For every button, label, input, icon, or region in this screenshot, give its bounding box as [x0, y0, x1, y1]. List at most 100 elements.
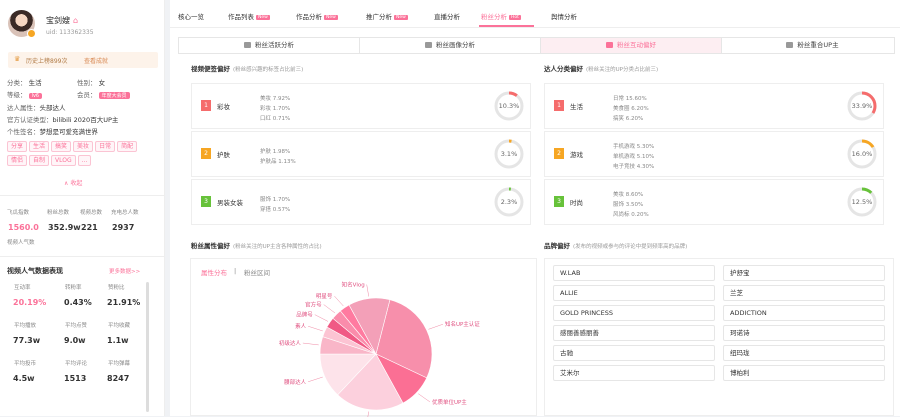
- home-icon[interactable]: ⌂: [73, 16, 78, 25]
- tag-item[interactable]: 生活: [29, 141, 50, 152]
- sign-value: 梦想是可爱充满世界: [39, 128, 99, 136]
- divider: [0, 256, 165, 257]
- nav-item-4[interactable]: 推广分析 New: [366, 11, 408, 21]
- brand-item[interactable]: ADDICTION: [723, 305, 885, 321]
- tag-item[interactable]: 自制: [29, 155, 50, 166]
- brand-list: W.LAB 护舒宝 ALLIE 兰芝 GOLD PRINCESS ADDICTION 感丽善…: [544, 258, 894, 416]
- nav-label: 舆情分析: [551, 13, 577, 21]
- stat-value: 2937: [112, 223, 135, 232]
- history-link[interactable]: 查看成就: [84, 56, 108, 65]
- brand-item[interactable]: 纽玛珑: [723, 345, 885, 361]
- attr-pie-chart: 知名UP主认证优质单位UP主头部达人腰部达人初级达人素人品牌号官方号明星号知名V…: [279, 281, 480, 417]
- tag-item[interactable]: 简配: [117, 141, 138, 152]
- tag-item[interactable]: ...: [77, 155, 92, 166]
- pie-leader-line: [308, 376, 323, 383]
- subtab-label: 粉丝重合UP主: [797, 41, 839, 49]
- tag-item[interactable]: 美妆: [73, 141, 94, 152]
- brand-pref-hint: (发布的视频或参与的评论中提到频率高的品牌): [573, 244, 688, 250]
- tag-item[interactable]: 情侣: [7, 155, 28, 166]
- pie-leader-line: [323, 304, 336, 314]
- cert-label: 官方认证类型：: [7, 116, 53, 124]
- metric-label: 平均收藏: [108, 323, 131, 329]
- gender-value: 女: [98, 79, 106, 87]
- brand-item[interactable]: 护舒宝: [723, 265, 885, 281]
- pie-leader-line: [428, 323, 444, 330]
- sub-tag: 电子竞技 4.30%: [613, 164, 655, 170]
- brand-item[interactable]: GOLD PRINCESS: [553, 305, 715, 321]
- nav-item-3[interactable]: 作品分析 New: [296, 11, 338, 21]
- pct-label: 3.1%: [500, 150, 518, 158]
- subtab-label: 粉丝活跃分析: [255, 41, 294, 49]
- nav-label: 推广分析: [366, 13, 392, 21]
- subtab-4[interactable]: 粉丝重合UP主: [722, 38, 900, 53]
- metric-label: 平均点赞: [65, 323, 88, 329]
- brand-item[interactable]: ALLIE: [553, 285, 715, 301]
- tag-item[interactable]: 搞笑: [51, 141, 72, 152]
- tag-list: 分享 生活 搞笑 美妆 日常 简配情侣 自制 VLOG...: [7, 141, 159, 169]
- subtab-3[interactable]: 粉丝互动偏好: [541, 38, 722, 53]
- metric-label: 转粉率: [65, 285, 82, 291]
- nav-divider: [170, 27, 900, 28]
- cert-value: bilibili 2020百大UP主: [52, 116, 119, 124]
- brand-item[interactable]: 博柏利: [723, 365, 885, 381]
- sub-tags: 日常 15.60% 美食圈 6.20% 搞笑 6.20%: [613, 94, 649, 124]
- brand-item[interactable]: W.LAB: [553, 265, 715, 281]
- pct-label: 2.3%: [500, 198, 518, 206]
- nav-item-2[interactable]: 作品列表 New: [228, 11, 270, 21]
- verified-icon: [27, 29, 36, 38]
- sub-tags: 服饰 1.70% 穿搭 0.57%: [260, 195, 290, 215]
- sidebar-scrollbar[interactable]: [146, 282, 149, 412]
- sub-tag: 搞笑 6.20%: [613, 116, 644, 122]
- metric-value: 21.91%: [107, 298, 141, 307]
- attr-row: 达人属性：头部达人: [7, 102, 66, 112]
- nav-item-7[interactable]: 舆情分析: [551, 11, 577, 21]
- tag-item[interactable]: 分享: [7, 141, 28, 152]
- sub-tag: 服饰 3.50%: [613, 202, 644, 208]
- metric-value: 0.43%: [64, 298, 92, 307]
- gender-label: 性别：: [77, 79, 97, 87]
- metric-label: 平均弹幕: [108, 361, 131, 367]
- category-name: 生活: [570, 103, 583, 111]
- cert-row: 官方认证类型：bilibili 2020百大UP主: [7, 114, 118, 124]
- nav-badge: New: [394, 15, 408, 20]
- brand-item[interactable]: 艾米尔: [553, 365, 715, 381]
- fan-attr-panel: 属性分布 | 粉丝区间 知名UP主认证优质单位UP主头部达人腰部达人初级达人素人…: [190, 258, 537, 417]
- sub-tag: 单机游戏 5.10%: [613, 154, 655, 160]
- sub-tag: 美妆 8.60%: [613, 192, 644, 198]
- more-data-link[interactable]: 更多数据>>: [109, 267, 140, 275]
- brand-item[interactable]: 兰芝: [723, 285, 885, 301]
- profile-sidebar: 宝剑嫂 ⌂ uid: 113362335 ♛ 历史上榜899次 查看成就 分类： …: [0, 0, 165, 416]
- sub-tag: 风尚标 0.20%: [613, 212, 649, 218]
- collapse-toggle[interactable]: ∧ 收起: [64, 178, 82, 187]
- pct-label: 10.3%: [498, 102, 520, 110]
- metric-value: 77.3w: [13, 336, 41, 345]
- category-name: 时尚: [570, 199, 583, 207]
- up_pref-card: 2 游戏 手机游戏 5.30% 单机游戏 5.10% 电子竞技 4.30% 16.0%: [544, 131, 884, 177]
- pie-label: 明星号: [316, 293, 333, 300]
- avatar[interactable]: [8, 10, 36, 38]
- gender-row: 性别： 女: [77, 77, 105, 87]
- sub-tag: 护肤 1.98%: [260, 149, 291, 155]
- level-badge: lv6: [28, 93, 43, 99]
- sub-tags: 护肤 1.98% 护肤品 1.13%: [260, 147, 296, 167]
- brand-item[interactable]: 古驰: [553, 345, 715, 361]
- tag-item[interactable]: 日常: [95, 141, 116, 152]
- member-badge: 年度大会员: [98, 92, 130, 99]
- subtab-1[interactable]: 粉丝活跃分析: [179, 38, 360, 53]
- profile-name-row: 宝剑嫂 ⌂: [46, 15, 78, 26]
- metric-label: 平均投币: [14, 361, 37, 367]
- nav-item-1[interactable]: 核心一览: [178, 11, 204, 21]
- sub-tag: 日常 15.60%: [613, 96, 647, 102]
- pie-label: 官方号: [305, 301, 322, 309]
- history-text: 历史上榜899次: [26, 58, 68, 65]
- subtab-2[interactable]: 粉丝画像分析: [360, 38, 541, 53]
- nav-item-6[interactable]: 粉丝分析 Hot: [481, 11, 521, 21]
- stat-label: 飞瓜指数: [7, 210, 30, 216]
- brand-item[interactable]: 珂诺诗: [723, 325, 885, 341]
- brand-item[interactable]: 感丽善感丽善: [553, 325, 715, 341]
- pie-leader-line: [308, 325, 323, 332]
- video_pref-card: 1 彩妆 美妆 7.92% 彩妆 1.70% 口红 0.71% 10.3%: [191, 83, 531, 129]
- tag-item[interactable]: VLOG: [51, 155, 76, 166]
- nav-item-5[interactable]: 直播分析: [434, 11, 460, 21]
- video-pref-hint: (粉丝感兴趣的标签占比前三): [233, 67, 304, 73]
